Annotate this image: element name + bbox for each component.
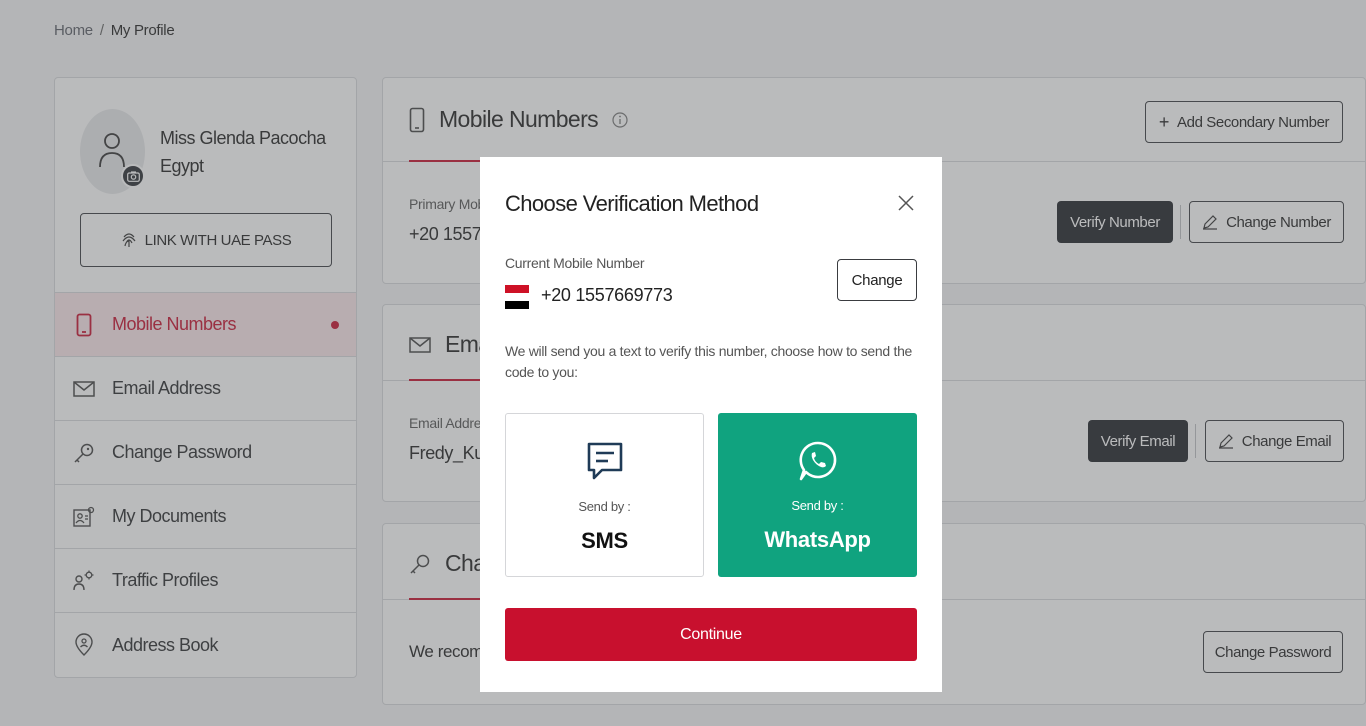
whatsapp-option-label: WhatsApp	[764, 527, 871, 552]
modal-description: We will send you a text to verify this n…	[505, 343, 913, 380]
close-icon[interactable]	[896, 193, 916, 213]
whatsapp-option-sublabel: Send by :	[791, 498, 844, 513]
change-number-button[interactable]: Change	[837, 259, 917, 301]
continue-button[interactable]: Continue	[505, 608, 917, 661]
egypt-flag-icon	[505, 285, 529, 309]
sms-option-sublabel: Send by :	[578, 499, 631, 514]
modal-title: Choose Verification Method	[505, 191, 759, 216]
sms-option[interactable]: Send by : SMS	[505, 413, 704, 577]
verification-method-modal: Choose Verification Method Current Mobil…	[480, 157, 942, 692]
current-mobile-number: +20 1557669773	[541, 285, 673, 305]
current-mobile-label: Current Mobile Number	[505, 255, 645, 271]
whatsapp-icon	[798, 439, 838, 483]
sms-option-label: SMS	[581, 528, 628, 553]
sms-icon	[585, 440, 625, 484]
whatsapp-option[interactable]: Send by : WhatsApp	[718, 413, 917, 577]
